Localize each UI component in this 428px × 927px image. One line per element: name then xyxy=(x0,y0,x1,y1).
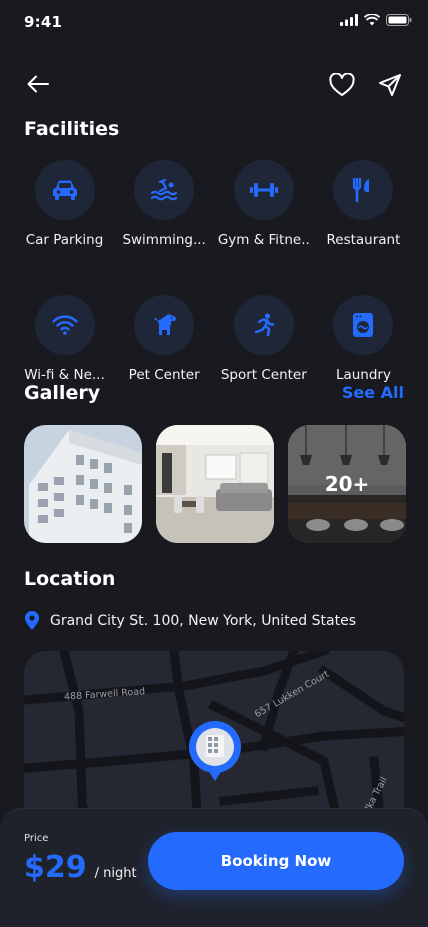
gallery-title: Gallery xyxy=(24,382,101,404)
swimming-icon xyxy=(151,179,178,201)
battery-icon xyxy=(386,14,412,26)
washing-machine-icon xyxy=(353,313,374,337)
facility-label: Swimming... xyxy=(122,232,206,248)
back-button[interactable] xyxy=(22,68,54,100)
price-value: $29 xyxy=(24,850,87,885)
facility-label: Restaurant xyxy=(326,232,401,248)
send-icon xyxy=(379,74,401,96)
facility-label: Pet Center xyxy=(128,367,200,383)
facility-label: Gym & Fitne.. xyxy=(217,232,310,248)
facility-pet-center[interactable]: Pet Center xyxy=(116,295,213,383)
gallery-more-count: 20+ xyxy=(288,425,406,543)
location-pin-icon xyxy=(25,611,39,630)
gallery-strip: 20+ xyxy=(24,425,406,543)
facility-swimming[interactable]: Swimming... xyxy=(116,160,213,248)
facility-restaurant[interactable]: Restaurant xyxy=(315,160,412,248)
facility-label: Car Parking xyxy=(25,232,104,248)
see-all-link[interactable]: See All xyxy=(342,383,404,402)
gallery-image-building[interactable] xyxy=(24,425,142,543)
address-text: Grand City St. 100, New York, United Sta… xyxy=(50,613,356,629)
facility-wifi[interactable]: Wi-fi & Ne... xyxy=(16,295,113,383)
arrow-left-icon xyxy=(27,75,49,93)
fork-knife-icon xyxy=(353,178,370,202)
facility-label: Wi-fi & Ne... xyxy=(24,367,105,383)
dumbbell-icon xyxy=(249,183,278,197)
gallery-image-living-room[interactable] xyxy=(156,425,274,543)
facility-label: Sport Center xyxy=(220,367,307,383)
location-title: Location xyxy=(24,568,116,590)
facilities-title: Facilities xyxy=(24,118,120,140)
facility-label: Laundry xyxy=(335,367,391,383)
price: $29 / night xyxy=(24,850,137,885)
wifi-icon xyxy=(51,315,78,335)
status-icons xyxy=(340,14,412,26)
price-unit: / night xyxy=(94,866,137,881)
facility-gym[interactable]: Gym & Fitne.. xyxy=(215,160,312,248)
map-marker[interactable] xyxy=(188,721,242,787)
favorite-button[interactable] xyxy=(326,69,358,101)
gallery-image-more[interactable]: 20+ xyxy=(288,425,406,543)
address-row: Grand City St. 100, New York, United Sta… xyxy=(24,611,356,631)
wifi-status-icon xyxy=(364,14,380,26)
signal-icon xyxy=(340,14,358,26)
share-button[interactable] xyxy=(374,69,406,101)
car-icon xyxy=(52,180,77,200)
facility-car-parking[interactable]: Car Parking xyxy=(16,160,113,248)
dog-icon xyxy=(154,314,177,335)
price-label: Price xyxy=(24,833,49,844)
booking-now-button[interactable]: Booking Now xyxy=(148,832,404,890)
heart-icon xyxy=(329,73,355,96)
running-icon xyxy=(254,313,275,337)
facility-sport-center[interactable]: Sport Center xyxy=(215,295,312,383)
facility-laundry[interactable]: Laundry xyxy=(315,295,412,383)
status-time: 9:41 xyxy=(24,13,63,31)
